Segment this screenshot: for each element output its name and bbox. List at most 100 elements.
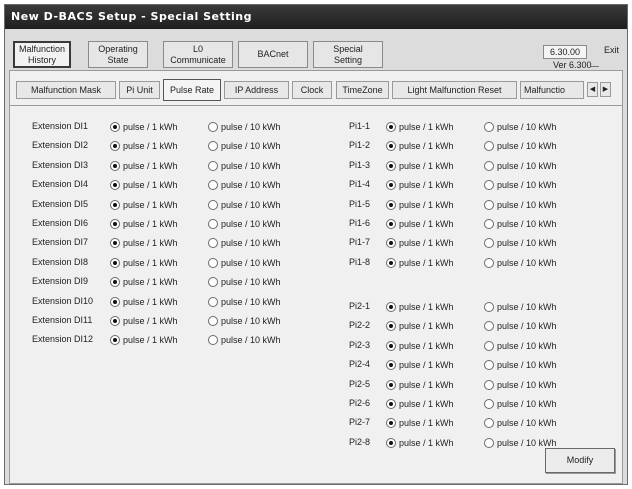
pi2-option-1[interactable]: pulse / 1 kWh xyxy=(386,339,454,353)
extension-di-option-2[interactable]: pulse / 10 kWh xyxy=(208,256,281,270)
extension-di-option-1[interactable]: pulse / 1 kWh xyxy=(110,275,178,289)
radio-button-icon[interactable] xyxy=(110,296,120,307)
special-setting-button[interactable]: Special Setting xyxy=(313,41,383,68)
radio-button-icon[interactable] xyxy=(484,238,494,249)
radio-button-icon[interactable] xyxy=(110,122,120,132)
malfunction-history-button[interactable]: Malfunction History xyxy=(13,41,71,68)
pi1-option-1[interactable]: pulse / 1 kWh xyxy=(386,159,454,173)
radio-button-icon[interactable] xyxy=(386,302,396,312)
extension-di-option-1[interactable]: pulse / 1 kWh xyxy=(110,139,178,153)
radio-button-icon[interactable] xyxy=(484,141,494,152)
pi1-option-1[interactable]: pulse / 1 kWh xyxy=(386,120,454,134)
extension-di-option-2[interactable]: pulse / 10 kWh xyxy=(208,217,281,231)
pi1-option-2[interactable]: pulse / 10 kWh xyxy=(484,159,557,173)
tab-ip-address[interactable]: IP Address xyxy=(224,81,289,99)
radio-button-icon[interactable] xyxy=(208,219,218,229)
extension-di-option-1[interactable]: pulse / 1 kWh xyxy=(110,333,178,347)
extension-di-option-2[interactable]: pulse / 10 kWh xyxy=(208,295,281,309)
radio-button-icon[interactable] xyxy=(386,160,396,171)
radio-button-icon[interactable] xyxy=(110,277,120,288)
radio-button-icon[interactable] xyxy=(208,257,218,268)
radio-button-icon[interactable] xyxy=(386,180,396,191)
radio-button-icon[interactable] xyxy=(484,437,494,448)
pi2-option-1[interactable]: pulse / 1 kWh xyxy=(386,397,454,411)
tab-pulse-rate[interactable]: Pulse Rate xyxy=(163,79,221,101)
extension-di-option-2[interactable]: pulse / 10 kWh xyxy=(208,139,281,153)
radio-button-icon[interactable] xyxy=(484,199,494,210)
tab-timezone[interactable]: TimeZone xyxy=(336,81,389,99)
radio-button-icon[interactable] xyxy=(484,257,494,268)
pi1-option-2[interactable]: pulse / 10 kWh xyxy=(484,198,557,212)
extension-di-option-1[interactable]: pulse / 1 kWh xyxy=(110,120,178,134)
pi2-option-2[interactable]: pulse / 10 kWh xyxy=(484,416,557,430)
tab-light-malfunction-reset[interactable]: Light Malfunction Reset xyxy=(392,81,517,99)
radio-button-icon[interactable] xyxy=(484,418,494,429)
pi1-option-1[interactable]: pulse / 1 kWh xyxy=(386,178,454,192)
pi1-option-2[interactable]: pulse / 10 kWh xyxy=(484,178,557,192)
l0-communicate-button[interactable]: L0 Communicate xyxy=(163,41,233,68)
extension-di-option-2[interactable]: pulse / 10 kWh xyxy=(208,314,281,328)
extension-di-option-2[interactable]: pulse / 10 kWh xyxy=(208,159,281,173)
pi1-option-2[interactable]: pulse / 10 kWh xyxy=(484,139,557,153)
pi1-option-1[interactable]: pulse / 1 kWh xyxy=(386,256,454,270)
radio-button-icon[interactable] xyxy=(110,316,120,326)
pi1-option-2[interactable]: pulse / 10 kWh xyxy=(484,236,557,250)
pi1-option-1[interactable]: pulse / 1 kWh xyxy=(386,217,454,231)
extension-di-option-2[interactable]: pulse / 10 kWh xyxy=(208,178,281,192)
bacnet-button[interactable]: BACnet xyxy=(238,41,308,68)
radio-button-icon[interactable] xyxy=(484,399,494,409)
radio-button-icon[interactable] xyxy=(208,160,218,171)
extension-di-option-1[interactable]: pulse / 1 kWh xyxy=(110,314,178,328)
modify-button[interactable]: Modify xyxy=(545,448,615,473)
radio-button-icon[interactable] xyxy=(110,141,120,152)
tab-scroll-right-icon[interactable]: ▶ xyxy=(600,82,611,97)
pi1-option-1[interactable]: pulse / 1 kWh xyxy=(386,198,454,212)
radio-button-icon[interactable] xyxy=(110,257,120,268)
radio-button-icon[interactable] xyxy=(110,199,120,210)
extension-di-option-1[interactable]: pulse / 1 kWh xyxy=(110,256,178,270)
pi2-option-1[interactable]: pulse / 1 kWh xyxy=(386,416,454,430)
radio-button-icon[interactable] xyxy=(208,335,218,346)
exit-button[interactable]: Exit xyxy=(604,45,619,55)
radio-button-icon[interactable] xyxy=(484,302,494,312)
tab-malfunction-partial[interactable]: Malfunctio xyxy=(520,81,584,99)
pi2-option-1[interactable]: pulse / 1 kWh xyxy=(386,436,454,450)
radio-button-icon[interactable] xyxy=(386,418,396,429)
tab-scroll-left-icon[interactable]: ◀ xyxy=(587,82,598,97)
pi1-option-2[interactable]: pulse / 10 kWh xyxy=(484,217,557,231)
radio-button-icon[interactable] xyxy=(386,257,396,268)
pi2-option-2[interactable]: pulse / 10 kWh xyxy=(484,378,557,392)
radio-button-icon[interactable] xyxy=(208,180,218,191)
pi1-option-1[interactable]: pulse / 1 kWh xyxy=(386,236,454,250)
extension-di-option-2[interactable]: pulse / 10 kWh xyxy=(208,120,281,134)
radio-button-icon[interactable] xyxy=(484,321,494,332)
radio-button-icon[interactable] xyxy=(386,199,396,210)
radio-button-icon[interactable] xyxy=(484,379,494,390)
extension-di-option-1[interactable]: pulse / 1 kWh xyxy=(110,236,178,250)
radio-button-icon[interactable] xyxy=(386,340,396,351)
radio-button-icon[interactable] xyxy=(386,399,396,409)
extension-di-option-2[interactable]: pulse / 10 kWh xyxy=(208,236,281,250)
pi1-option-2[interactable]: pulse / 10 kWh xyxy=(484,256,557,270)
pi2-option-2[interactable]: pulse / 10 kWh xyxy=(484,397,557,411)
pi2-option-2[interactable]: pulse / 10 kWh xyxy=(484,358,557,372)
radio-button-icon[interactable] xyxy=(110,335,120,346)
pi2-option-1[interactable]: pulse / 1 kWh xyxy=(386,319,454,333)
radio-button-icon[interactable] xyxy=(484,122,494,132)
radio-button-icon[interactable] xyxy=(386,379,396,390)
radio-button-icon[interactable] xyxy=(208,277,218,288)
pi1-option-2[interactable]: pulse / 10 kWh xyxy=(484,120,557,134)
pi2-option-1[interactable]: pulse / 1 kWh xyxy=(386,378,454,392)
tab-pi-unit[interactable]: Pi Unit xyxy=(119,81,160,99)
radio-button-icon[interactable] xyxy=(386,437,396,448)
extension-di-option-2[interactable]: pulse / 10 kWh xyxy=(208,198,281,212)
pi2-option-1[interactable]: pulse / 1 kWh xyxy=(386,300,454,314)
pi2-option-1[interactable]: pulse / 1 kWh xyxy=(386,358,454,372)
radio-button-icon[interactable] xyxy=(208,296,218,307)
pi2-option-2[interactable]: pulse / 10 kWh xyxy=(484,339,557,353)
radio-button-icon[interactable] xyxy=(484,180,494,191)
radio-button-icon[interactable] xyxy=(110,160,120,171)
radio-button-icon[interactable] xyxy=(208,122,218,132)
pi2-option-2[interactable]: pulse / 10 kWh xyxy=(484,300,557,314)
radio-button-icon[interactable] xyxy=(208,141,218,152)
